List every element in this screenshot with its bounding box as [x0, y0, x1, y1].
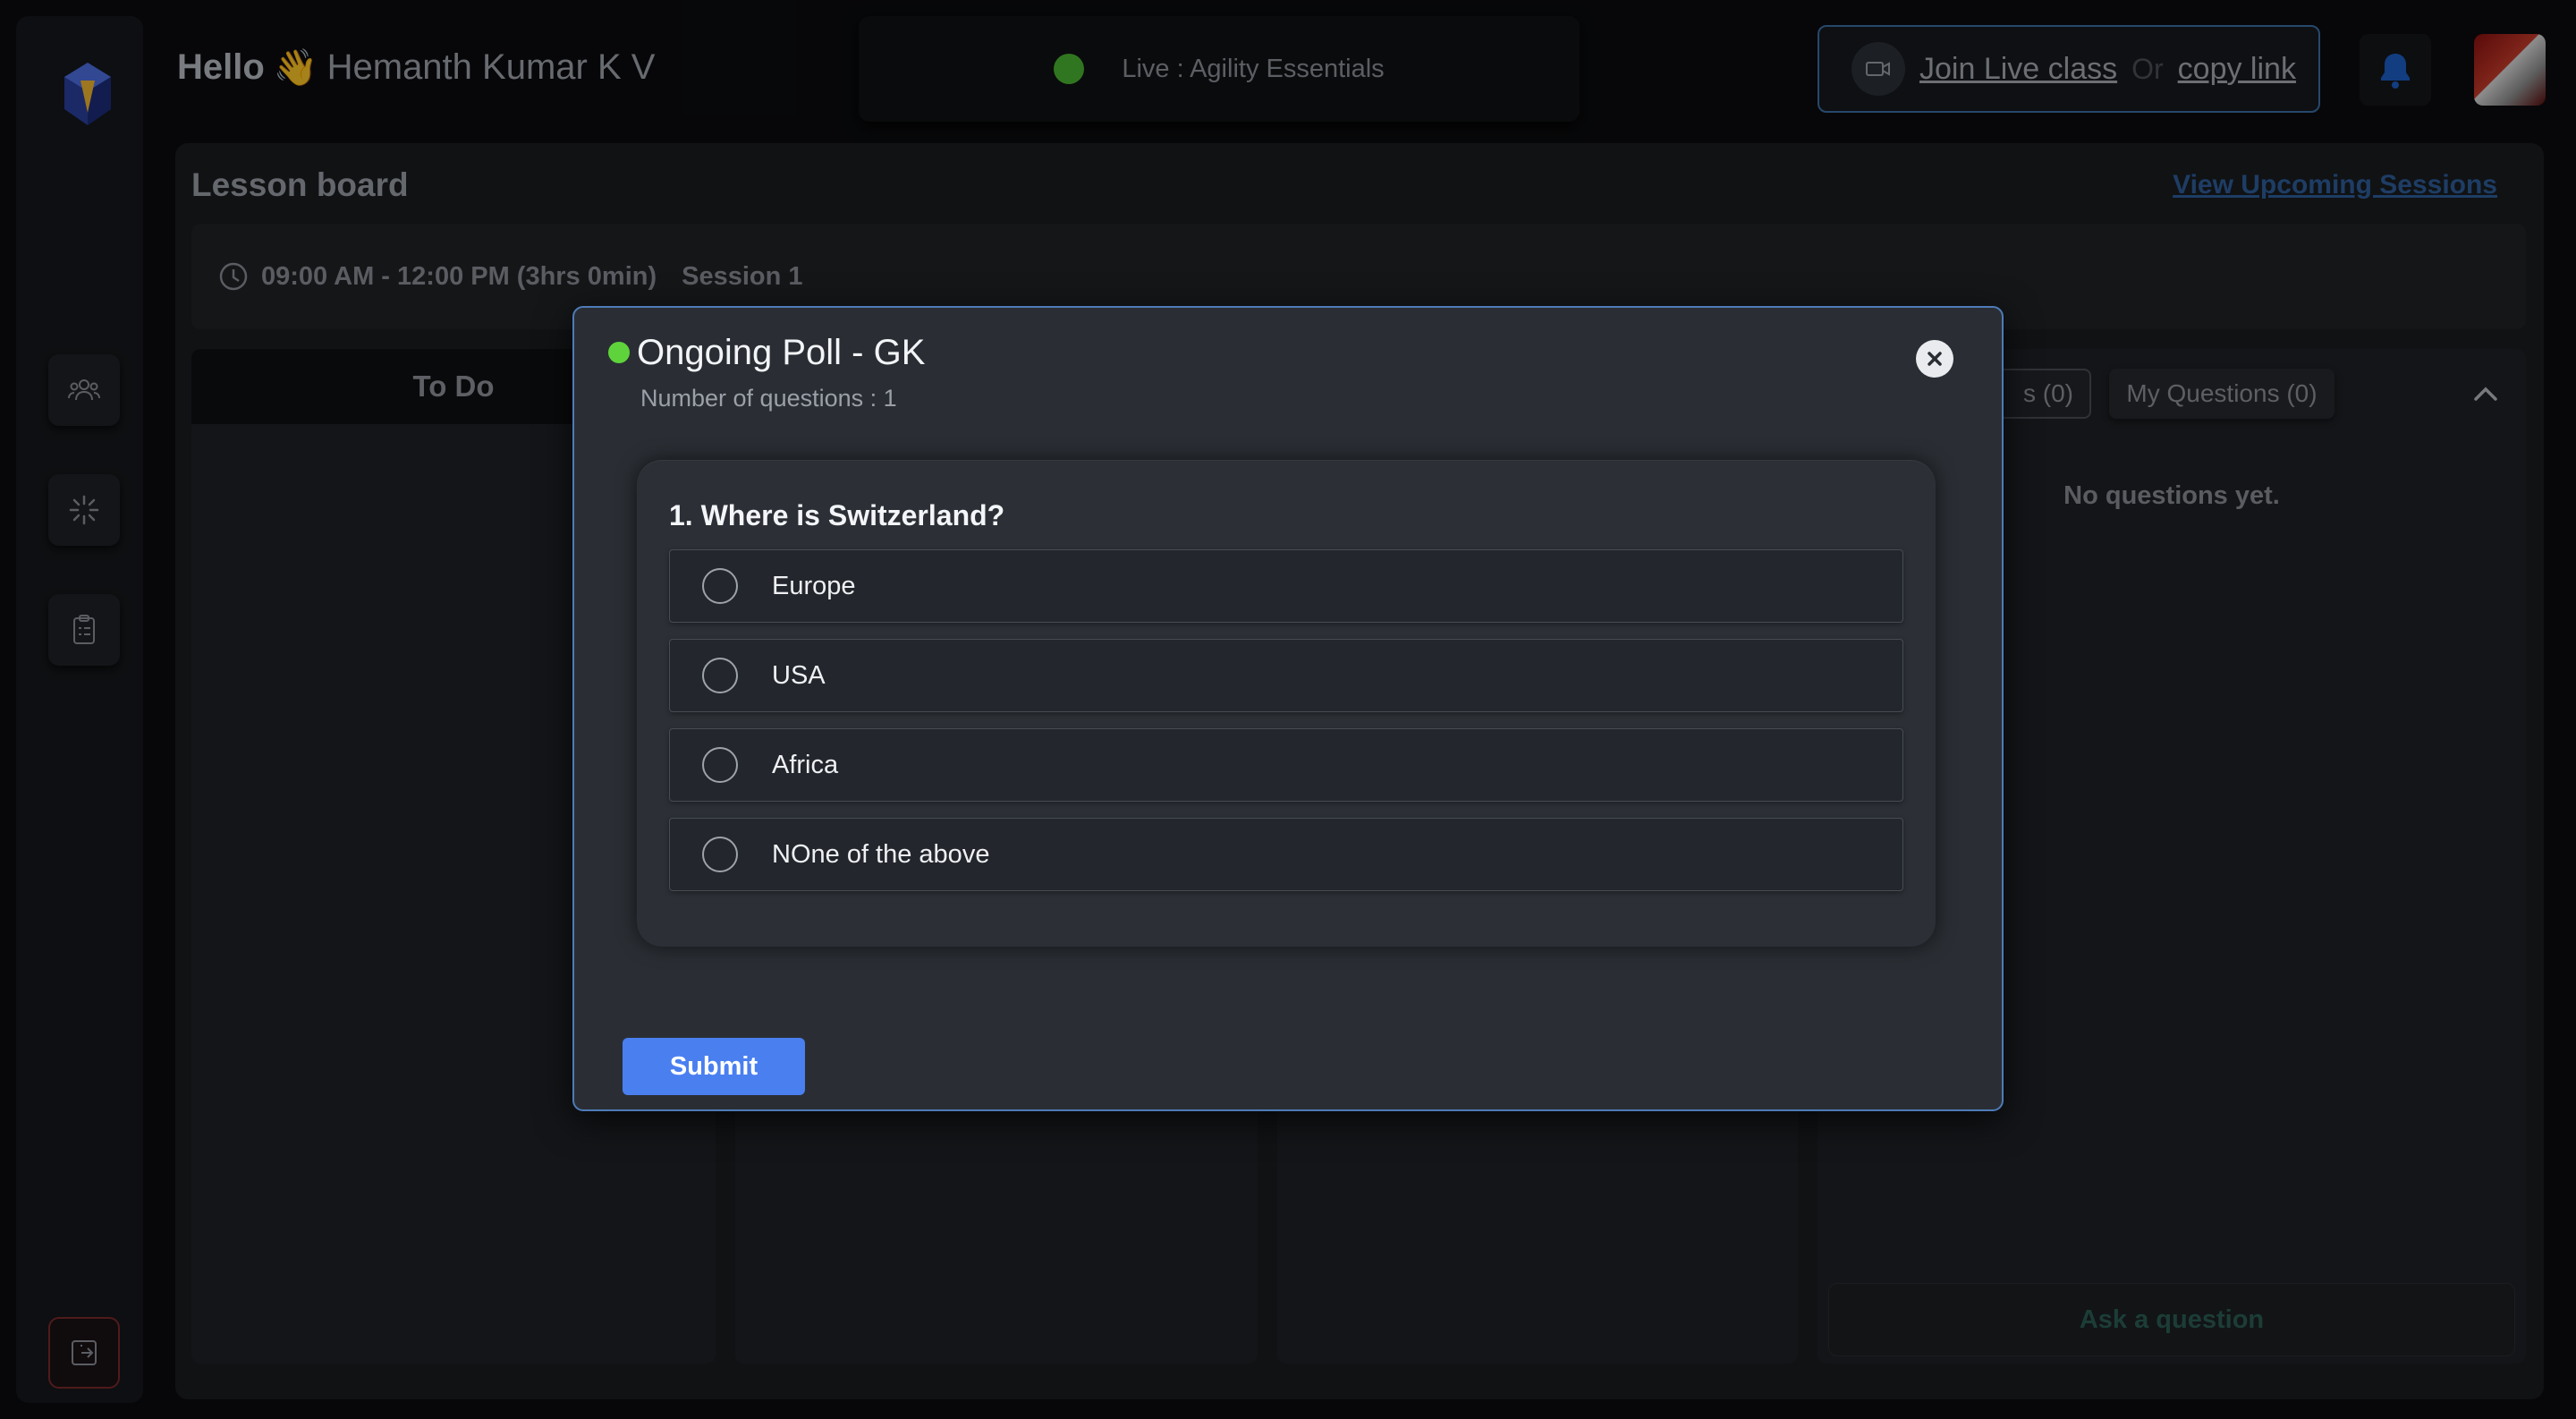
radio-button[interactable] [702, 837, 738, 872]
option-label: Africa [772, 750, 839, 779]
option-europe[interactable]: Europe [669, 549, 1903, 623]
option-none-of-the-above[interactable]: NOne of the above [669, 818, 1903, 891]
radio-button[interactable] [702, 658, 738, 693]
close-button[interactable] [1916, 340, 1953, 378]
radio-button[interactable] [702, 568, 738, 604]
radio-button[interactable] [702, 747, 738, 783]
poll-title: Ongoing Poll - GK [637, 333, 926, 372]
option-africa[interactable]: Africa [669, 728, 1903, 802]
close-icon [1928, 352, 1942, 366]
poll-question-count: Number of questions : 1 [640, 385, 897, 412]
option-label: USA [772, 660, 826, 690]
submit-button[interactable]: Submit [623, 1038, 805, 1095]
poll-modal: Ongoing Poll - GK Number of questions : … [572, 306, 2004, 1111]
question-card: 1. Where is Switzerland? Europe USA Afri… [637, 460, 1936, 947]
option-label: Europe [772, 571, 856, 600]
option-label: NOne of the above [772, 839, 990, 869]
poll-live-dot [608, 342, 630, 363]
option-usa[interactable]: USA [669, 639, 1903, 712]
question-text: 1. Where is Switzerland? [669, 499, 1005, 531]
